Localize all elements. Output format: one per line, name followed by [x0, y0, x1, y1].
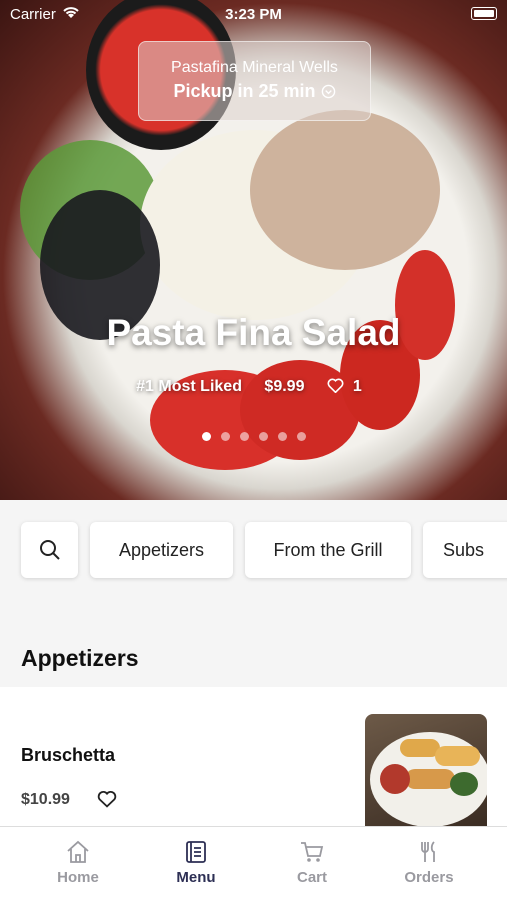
page-dot-1[interactable]: [201, 432, 211, 441]
cart-icon: [301, 842, 324, 862]
heart-icon[interactable]: [97, 790, 117, 808]
status-bar: Carrier 3:23 PM: [0, 0, 507, 28]
pickup-selector[interactable]: Pastafina Mineral Wells Pickup in 25 min: [138, 41, 371, 121]
search-button[interactable]: [21, 522, 78, 578]
rank-label: #1 Most Liked: [136, 378, 242, 395]
featured-price: $9.99: [264, 378, 305, 395]
tab-orders-label: Orders: [404, 869, 454, 886]
item-image: [365, 714, 487, 827]
featured-item-meta: #1 Most Liked $9.99 1: [0, 378, 507, 396]
fork-knife-icon: [421, 841, 435, 862]
tab-menu-label: Menu: [176, 869, 216, 886]
like-count[interactable]: 1: [327, 378, 371, 395]
mushroom-image: [250, 110, 440, 270]
category-chip-subs[interactable]: Subs: [423, 522, 507, 578]
section-title: Appetizers: [21, 645, 139, 671]
like-count-value: 1: [352, 378, 362, 395]
page-dot-5[interactable]: [277, 432, 287, 441]
hero-banner[interactable]: Carrier 3:23 PM Pastafina Mineral Wells …: [0, 0, 507, 500]
tab-orders[interactable]: Orders: [366, 827, 492, 901]
item-name: Bruschetta: [21, 745, 116, 765]
clock: 3:23 PM: [225, 6, 282, 23]
tab-cart[interactable]: Cart: [249, 827, 375, 901]
tab-cart-label: Cart: [296, 869, 327, 886]
page-dot-2[interactable]: [220, 432, 230, 441]
chevron-down-icon: [321, 84, 335, 99]
heart-icon: [327, 378, 344, 394]
page-dot-4[interactable]: [258, 432, 268, 441]
home-icon: [67, 840, 89, 863]
menu-item[interactable]: Bruschetta $10.99: [0, 687, 507, 827]
featured-item-title: Pasta Fina Salad: [106, 312, 401, 353]
category-bar: Appetizers From the Grill Subs: [0, 500, 507, 600]
battery-icon: [471, 7, 497, 20]
tab-bar: Home Menu Cart Orders: [0, 826, 507, 901]
category-chip-from-the-grill[interactable]: From the Grill: [245, 522, 411, 578]
restaurant-location: Pastafina Mineral Wells: [171, 59, 338, 76]
page-dot-6[interactable]: [296, 432, 306, 441]
tab-home-label: Home: [57, 869, 99, 886]
pickup-time-row: Pickup in 25 min: [139, 81, 370, 102]
tab-menu[interactable]: Menu: [133, 827, 259, 901]
page-dot-3[interactable]: [239, 432, 249, 441]
item-price: $10.99: [21, 791, 70, 808]
category-chip-appetizers[interactable]: Appetizers: [90, 522, 233, 578]
menu-book-icon: [186, 841, 206, 863]
tab-home[interactable]: Home: [15, 827, 141, 901]
pickup-time-label: Pickup in 25 min: [173, 81, 316, 101]
search-icon: [39, 540, 60, 560]
page-indicator[interactable]: [0, 428, 507, 446]
